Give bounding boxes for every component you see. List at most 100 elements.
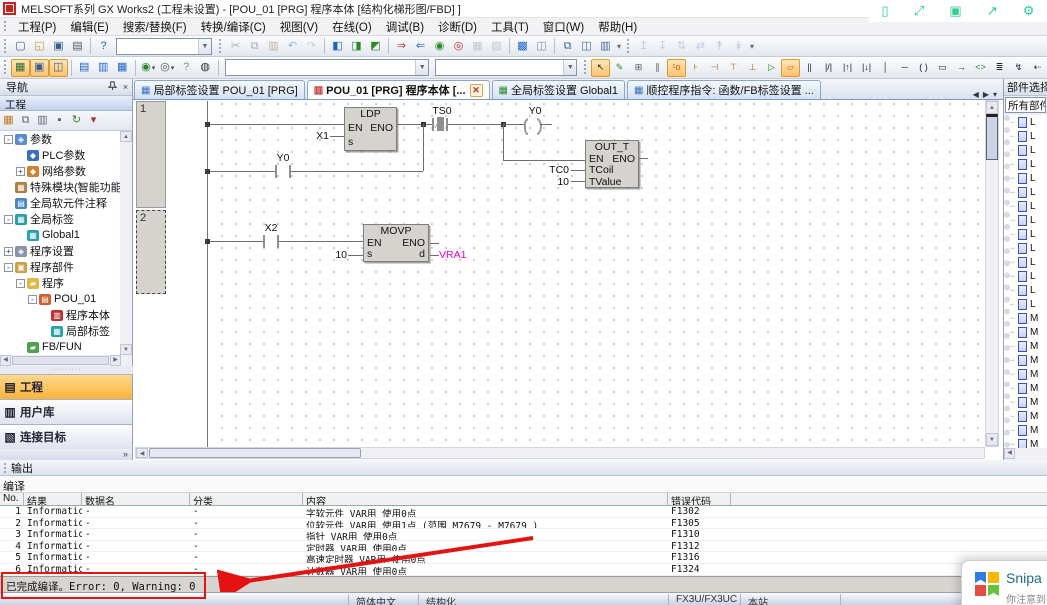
fbd-block-out-t[interactable]: OUT_T ENENO TCoil TValue bbox=[585, 140, 639, 188]
tab-global-label-setting[interactable]: ▦ 全局标签设置 Global1 bbox=[492, 80, 625, 99]
parts-tree-item[interactable]: ┄ M bbox=[1010, 437, 1047, 448]
parts-tree-item[interactable]: ┄ L bbox=[1010, 143, 1047, 157]
snipaste-notification[interactable]: Snipa 你注意到 bbox=[961, 560, 1047, 605]
close-icon[interactable]: × bbox=[119, 82, 132, 92]
parts-tree-item[interactable]: ┄ L bbox=[1010, 185, 1047, 199]
parts-tree-item[interactable]: ┄ L bbox=[1010, 199, 1047, 213]
contact-x2-open[interactable] bbox=[263, 235, 279, 248]
data-property-button[interactable]: ▪ bbox=[51, 113, 68, 129]
parts-tree-item[interactable]: ┄ L bbox=[1010, 241, 1047, 255]
operand-vra1[interactable]: VRA1 bbox=[439, 249, 466, 261]
tree-item-network-parameter[interactable]: + ◆ 网络参数 bbox=[0, 163, 120, 179]
snip-save-icon[interactable]: ▣ bbox=[949, 3, 961, 19]
comment-box-button[interactable]: ≣ bbox=[990, 59, 1009, 77]
scan-stop-button[interactable]: ↟ bbox=[710, 37, 729, 55]
ladder-editor[interactable]: 1 X1 LDP ENENO s TS0 ∕ Y0 OUT_T ENENO TC… bbox=[133, 100, 1003, 460]
open-project-button[interactable]: ◱ bbox=[30, 37, 49, 55]
tree-vertical-scrollbar[interactable]: ▲ ▼ bbox=[120, 131, 132, 355]
find-button[interactable]: ◍ bbox=[196, 59, 215, 77]
column-content[interactable]: 内容 bbox=[303, 493, 668, 505]
menu-item[interactable]: 转换/编译(C) bbox=[194, 17, 273, 37]
save-project-button[interactable]: ▣ bbox=[49, 37, 68, 55]
new-project-button[interactable]: ▢ bbox=[11, 37, 30, 55]
contact-y0-open[interactable] bbox=[275, 165, 291, 178]
help2-button[interactable]: ? bbox=[177, 59, 196, 77]
tree-expander[interactable]: - bbox=[4, 135, 13, 144]
operand-ts0[interactable]: TS0 bbox=[427, 105, 457, 117]
parts-tree-item[interactable]: ┄ M bbox=[1010, 353, 1047, 367]
scroll-down-icon[interactable]: ▼ bbox=[120, 344, 132, 355]
cut-button[interactable]: ✂ bbox=[226, 37, 245, 55]
operand-tc0[interactable]: TC0 bbox=[545, 164, 569, 176]
network-2-header[interactable]: 2 bbox=[136, 210, 166, 294]
parts-tree-item[interactable]: ┄ L bbox=[1010, 157, 1047, 171]
delete-row-button[interactable]: ⊥ bbox=[743, 59, 762, 77]
step-ladder-3-button[interactable]: ⇅ bbox=[672, 37, 691, 55]
ladder-edit-toggle[interactable]: ▱ bbox=[781, 59, 800, 77]
menu-item[interactable]: 帮助(H) bbox=[591, 17, 644, 37]
pin-icon[interactable] bbox=[106, 81, 119, 93]
parts-tree-item[interactable]: ┄ L bbox=[1010, 129, 1047, 143]
parts-tree-item[interactable]: ┄ L bbox=[1010, 213, 1047, 227]
output-row[interactable]: 4 Information - - 定时器 VAR用 使用0点 F1312 bbox=[0, 541, 1047, 553]
scroll-right-icon[interactable]: ▶ bbox=[110, 355, 121, 366]
scan-run-button[interactable]: ⇄ bbox=[691, 37, 710, 55]
menu-item[interactable]: 工具(T) bbox=[484, 17, 536, 37]
select-cursor-button[interactable]: ↖ bbox=[591, 59, 610, 77]
scroll-left-icon[interactable]: ◀ bbox=[136, 448, 148, 458]
buffer-memory-monitor-button[interactable]: ◫ bbox=[532, 37, 551, 55]
input-instruction-button[interactable]: <> bbox=[971, 59, 990, 77]
menu-item[interactable]: 搜索/替换(F) bbox=[116, 17, 194, 37]
read-from-plc-button[interactable]: ⇐ bbox=[411, 37, 430, 55]
fbd-block-ldp[interactable]: LDP ENENO s bbox=[344, 107, 397, 151]
function-block-button[interactable]: ▭ bbox=[933, 59, 952, 77]
contact-ts0-closed[interactable]: ∕ bbox=[432, 118, 448, 131]
jump-button[interactable]: → bbox=[952, 59, 971, 77]
menu-item[interactable]: 在线(O) bbox=[325, 17, 379, 37]
output-row[interactable]: 1 Information - - 字软元件 VAR用 使用0点 F1302 bbox=[0, 506, 1047, 518]
data-copy-button[interactable]: ⧉ bbox=[17, 113, 34, 129]
parts-tree-item[interactable]: ┄ L bbox=[1010, 227, 1047, 241]
tree-item-fb-fun[interactable]: ▰ FB/FUN bbox=[0, 339, 120, 355]
tree-item-pou01[interactable]: - ▤ POU_01 bbox=[0, 291, 120, 307]
copy-button[interactable]: ⧉ bbox=[245, 37, 264, 55]
parts-filter-combo[interactable]: 所有部件 bbox=[1005, 97, 1046, 113]
menu-item[interactable]: 窗口(W) bbox=[536, 17, 592, 37]
nav-more-chevron[interactable]: » bbox=[0, 449, 132, 460]
tree-expander[interactable]: + bbox=[16, 167, 25, 176]
parts-horizontal-scrollbar[interactable]: ◀ bbox=[1004, 448, 1047, 459]
label-edit-button[interactable]: ▷ bbox=[762, 59, 781, 77]
open-window-1-button[interactable]: ⧉ bbox=[558, 37, 577, 55]
paste-button[interactable]: ▥ bbox=[264, 37, 283, 55]
parts-tree-item[interactable]: ┄ M bbox=[1010, 339, 1047, 353]
output-row[interactable]: 5 Information - - 高速定时器 VAR用 使用0点 F1316 bbox=[0, 552, 1047, 564]
device-note-button[interactable]: ▦ bbox=[113, 59, 132, 77]
monitor-read-mode-button[interactable]: ◩ bbox=[366, 37, 385, 55]
contact-open-button[interactable]: || bbox=[800, 59, 819, 77]
insert-branch-button[interactable]: ⊦ bbox=[686, 59, 705, 77]
data-paste-button[interactable]: ▥ bbox=[34, 113, 51, 129]
tree-expander[interactable]: - bbox=[4, 263, 13, 272]
parts-tree-item[interactable]: ┄ M bbox=[1010, 325, 1047, 339]
device-combo[interactable]: ▼ bbox=[116, 38, 212, 55]
parts-tree-item[interactable]: ┄ L bbox=[1010, 283, 1047, 297]
parts-tree-item[interactable]: ┄ M bbox=[1010, 409, 1047, 423]
coil-button[interactable]: ( ) bbox=[914, 59, 933, 77]
toolbar-overflow-icon[interactable]: ▾ bbox=[748, 42, 756, 51]
parts-tree-item[interactable]: ┄ L bbox=[1010, 171, 1047, 185]
tab-list-icon[interactable]: ▾ bbox=[993, 90, 997, 99]
parts-tree-item[interactable]: ┄ M bbox=[1010, 395, 1047, 409]
tab-next-icon[interactable]: ▶ bbox=[983, 90, 989, 99]
combo-arrow-icon[interactable]: ▼ bbox=[563, 60, 576, 75]
help-button[interactable]: ? bbox=[94, 37, 113, 55]
connect-line-button[interactable]: ↯ bbox=[1009, 59, 1028, 77]
open-window-2-button[interactable]: ◫ bbox=[577, 37, 596, 55]
toolbar-overflow-icon[interactable]: ▾ bbox=[615, 42, 623, 51]
guided-edit-button[interactable]: ∥ bbox=[648, 59, 667, 77]
tab-fb-label-setting[interactable]: ▦ 顺控程序指令: 函数/FB标签设置 ... bbox=[627, 80, 821, 99]
snip-fullscreen-icon[interactable]: ⤢ bbox=[914, 3, 924, 19]
operand-tvalue-10[interactable]: 10 bbox=[551, 176, 569, 188]
scroll-up-icon[interactable]: ▲ bbox=[986, 101, 998, 114]
tree-expander[interactable]: - bbox=[28, 295, 37, 304]
tree-item-global1[interactable]: ▦ Global1 bbox=[0, 227, 120, 243]
